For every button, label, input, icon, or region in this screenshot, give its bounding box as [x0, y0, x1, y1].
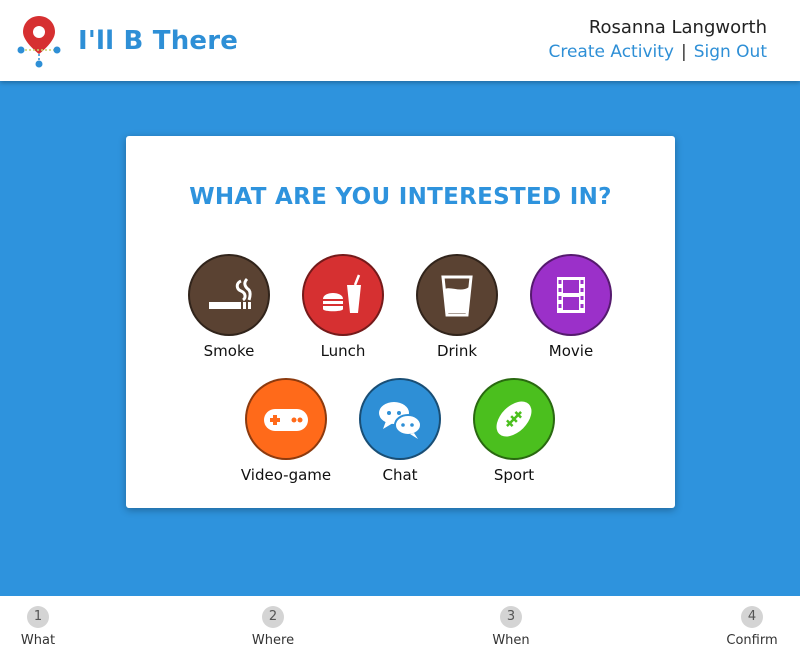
option-label: Sport	[493, 466, 535, 484]
step-label: What	[20, 633, 56, 648]
option-video-game[interactable]: Video-game	[231, 378, 341, 484]
option-sport[interactable]: Sport	[459, 378, 569, 484]
app-title[interactable]: I'll B There	[78, 26, 238, 56]
drink-circle	[416, 254, 498, 336]
step-where[interactable]: 2 Where	[233, 606, 313, 648]
interest-card: WHAT ARE YOU INTERESTED IN? Smoke Lunch	[126, 136, 675, 508]
sport-circle	[473, 378, 555, 460]
step-number: 2	[262, 606, 284, 628]
option-smoke[interactable]: Smoke	[174, 254, 284, 360]
step-label: Where	[251, 633, 295, 648]
chat-bubbles-icon	[379, 402, 422, 439]
option-label: Movie	[548, 342, 594, 360]
gamepad-icon	[264, 409, 308, 431]
smoke-circle	[188, 254, 270, 336]
chat-circle	[359, 378, 441, 460]
option-label: Drink	[436, 342, 478, 360]
option-label: Chat	[382, 466, 418, 484]
cigarette-icon	[209, 277, 252, 309]
football-icon	[496, 401, 532, 437]
step-number: 1	[27, 606, 49, 628]
option-drink[interactable]: Drink	[402, 254, 512, 360]
step-when[interactable]: 3 When	[471, 606, 551, 648]
app-header: I'll B There Rosanna Langworth Create Ac…	[0, 0, 800, 81]
option-lunch[interactable]: Lunch	[288, 254, 398, 360]
option-chat[interactable]: Chat	[345, 378, 455, 484]
video-game-circle	[245, 378, 327, 460]
link-separator: |	[680, 42, 687, 62]
movie-circle	[530, 254, 612, 336]
option-movie[interactable]: Movie	[516, 254, 626, 360]
user-links: Create Activity | Sign Out	[548, 42, 767, 62]
step-label: Confirm	[726, 633, 778, 648]
step-what[interactable]: 1 What	[0, 606, 78, 648]
sign-out-link[interactable]: Sign Out	[694, 42, 767, 62]
film-strip-icon	[557, 277, 585, 313]
card-title: WHAT ARE YOU INTERESTED IN?	[189, 184, 612, 210]
step-bar: 1 What 2 Where 3 When 4 Confirm	[0, 596, 800, 660]
step-label: When	[492, 633, 530, 648]
option-label: Video-game	[240, 466, 332, 484]
option-label: Smoke	[203, 342, 255, 360]
step-number: 4	[741, 606, 763, 628]
option-label: Lunch	[320, 342, 366, 360]
glass-icon	[441, 275, 473, 317]
create-activity-link[interactable]: Create Activity	[548, 42, 673, 62]
lunch-circle	[302, 254, 384, 336]
step-number: 3	[500, 606, 522, 628]
step-confirm[interactable]: 4 Confirm	[712, 606, 792, 648]
burger-drink-icon	[323, 274, 361, 313]
user-name: Rosanna Langworth	[588, 17, 767, 38]
location-pin-logo-icon[interactable]	[17, 14, 61, 68]
